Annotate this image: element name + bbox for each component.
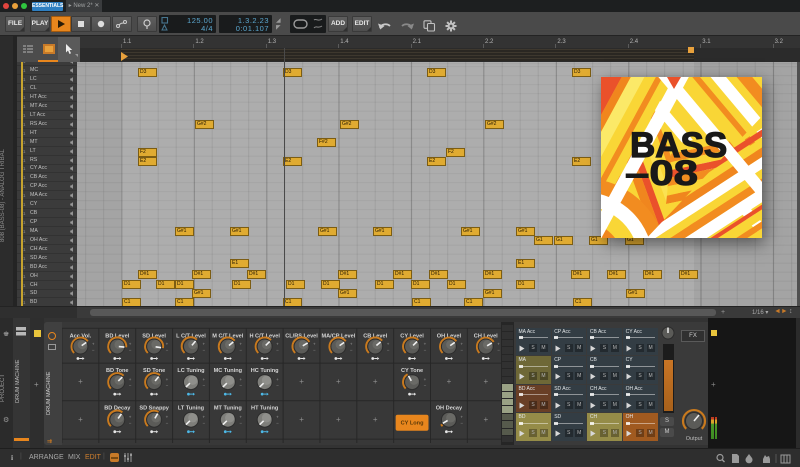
svg-text:−: − — [276, 421, 279, 426]
svg-text:−: − — [497, 348, 500, 353]
svg-text:+: + — [239, 342, 242, 347]
svg-text:+: + — [313, 342, 316, 347]
svg-text:−: − — [424, 383, 427, 388]
svg-text:HC Tuning: HC Tuning — [251, 368, 279, 374]
svg-text:+: + — [373, 415, 378, 424]
svg-text:+: + — [336, 377, 341, 386]
svg-text:+: + — [202, 342, 205, 347]
svg-text:+: + — [166, 415, 169, 420]
svg-text:−: − — [129, 348, 132, 353]
svg-text:LC Tuning: LC Tuning — [177, 368, 205, 374]
svg-text:HT Tuning: HT Tuning — [251, 406, 279, 412]
svg-text:–08: –08 — [625, 154, 698, 193]
svg-text:LT Tuning: LT Tuning — [178, 406, 205, 412]
svg-text:−: − — [239, 348, 242, 353]
svg-text:+: + — [447, 377, 452, 386]
svg-text:+: + — [350, 342, 353, 347]
svg-text:−: − — [276, 348, 279, 353]
svg-text:−: − — [166, 421, 169, 426]
svg-text:−: − — [239, 421, 242, 426]
svg-text:+: + — [336, 415, 341, 424]
svg-text:+: + — [276, 377, 279, 382]
svg-text:+: + — [166, 342, 169, 347]
svg-text:+: + — [424, 342, 427, 347]
svg-text:+: + — [483, 377, 488, 386]
svg-text:+: + — [78, 415, 83, 424]
svg-text:−: − — [460, 348, 463, 353]
svg-text:−: − — [276, 383, 279, 388]
svg-text:+: + — [239, 415, 242, 420]
svg-text:−: − — [424, 348, 427, 353]
svg-text:+: + — [483, 415, 488, 424]
svg-text:−: − — [460, 421, 463, 426]
svg-text:+: + — [299, 415, 304, 424]
svg-text:+: + — [92, 342, 95, 347]
svg-text:+: + — [202, 377, 205, 382]
svg-text:+: + — [276, 342, 279, 347]
svg-text:−: − — [202, 421, 205, 426]
svg-text:+: + — [424, 377, 427, 382]
svg-text:+: + — [129, 342, 132, 347]
svg-text:+: + — [460, 342, 463, 347]
svg-text:−: − — [313, 348, 316, 353]
svg-text:+: + — [460, 415, 463, 420]
svg-text:−: − — [166, 348, 169, 353]
svg-text:+: + — [497, 342, 500, 347]
svg-text:+: + — [299, 377, 304, 386]
svg-text:CY Tone: CY Tone — [401, 368, 423, 374]
svg-text:+: + — [78, 377, 83, 386]
svg-text:MT Tuning: MT Tuning — [214, 406, 242, 412]
svg-text:+: + — [387, 342, 390, 347]
svg-text:+: + — [276, 415, 279, 420]
svg-text:−: − — [129, 421, 132, 426]
svg-text:−: − — [239, 383, 242, 388]
svg-text:−: − — [202, 383, 205, 388]
svg-text:+: + — [129, 377, 132, 382]
svg-text:−: − — [387, 348, 390, 353]
svg-text:OH Decay: OH Decay — [436, 406, 463, 412]
svg-text:+: + — [129, 415, 132, 420]
svg-text:−: − — [92, 348, 95, 353]
svg-text:+: + — [166, 377, 169, 382]
svg-text:−: − — [166, 383, 169, 388]
svg-text:+: + — [239, 377, 242, 382]
svg-text:CY Long: CY Long — [401, 421, 424, 427]
svg-text:MC Tuning: MC Tuning — [214, 368, 243, 374]
svg-text:−: − — [202, 348, 205, 353]
svg-text:+: + — [202, 415, 205, 420]
svg-text:−: − — [129, 383, 132, 388]
svg-text:−: − — [350, 348, 353, 353]
svg-text:+: + — [373, 377, 378, 386]
svg-text:Output: Output — [686, 436, 703, 442]
